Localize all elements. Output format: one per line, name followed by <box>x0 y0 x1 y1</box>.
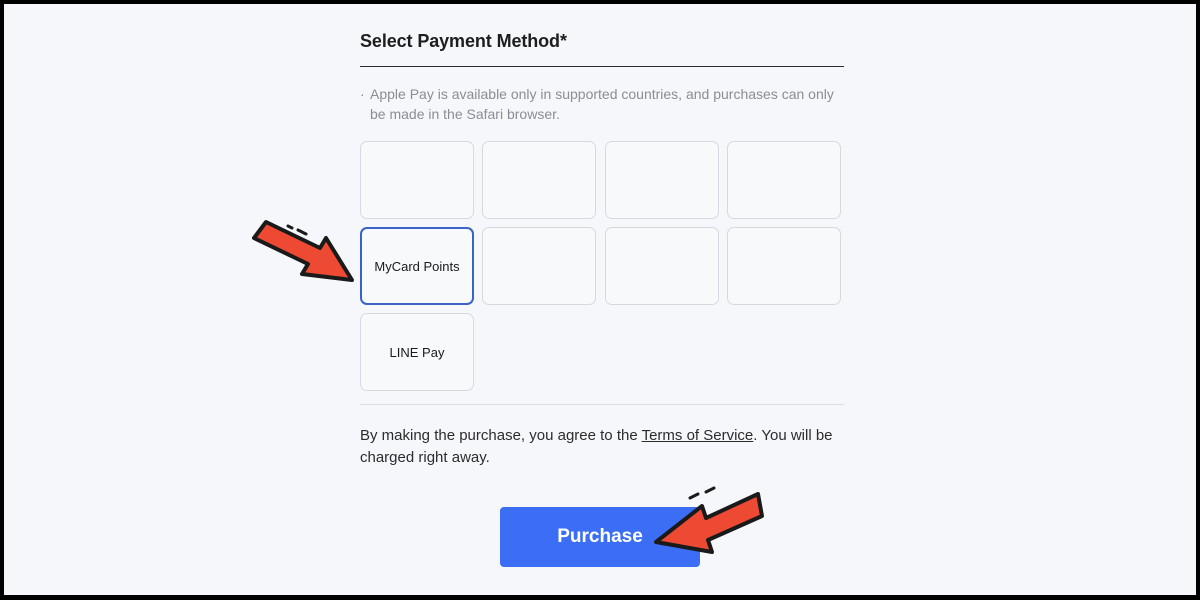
annotation-arrow-icon <box>252 220 354 282</box>
note-bullet: · <box>360 86 365 102</box>
payment-option-3[interactable] <box>605 141 719 219</box>
payment-option-8[interactable] <box>727 227 841 305</box>
note-text: Apple Pay is available only in supported… <box>370 86 834 122</box>
annotation-arrow-icon <box>654 486 764 554</box>
payment-option-line-pay[interactable]: LINE Pay <box>360 313 474 391</box>
section-divider <box>360 404 844 405</box>
apple-pay-note: · Apple Pay is available only in support… <box>360 84 844 124</box>
payment-option-6[interactable] <box>482 227 596 305</box>
payment-option-7[interactable] <box>605 227 719 305</box>
payment-option-mycard-points[interactable]: MyCard Points <box>360 227 474 305</box>
terms-of-service-link[interactable]: Terms of Service <box>642 427 754 444</box>
payment-option-1[interactable] <box>360 141 474 219</box>
terms-text: By making the purchase, you agree to the… <box>360 427 833 466</box>
payment-option-label: MyCard Points <box>374 258 460 274</box>
payment-option-label: LINE Pay <box>389 344 445 360</box>
page-background: Select Payment Method* · Apple Pay is av… <box>4 4 1196 595</box>
payment-option-4[interactable] <box>727 141 841 219</box>
title-divider <box>360 66 844 67</box>
payment-option-2[interactable] <box>482 141 596 219</box>
section-title: Select Payment Method* <box>360 31 567 51</box>
